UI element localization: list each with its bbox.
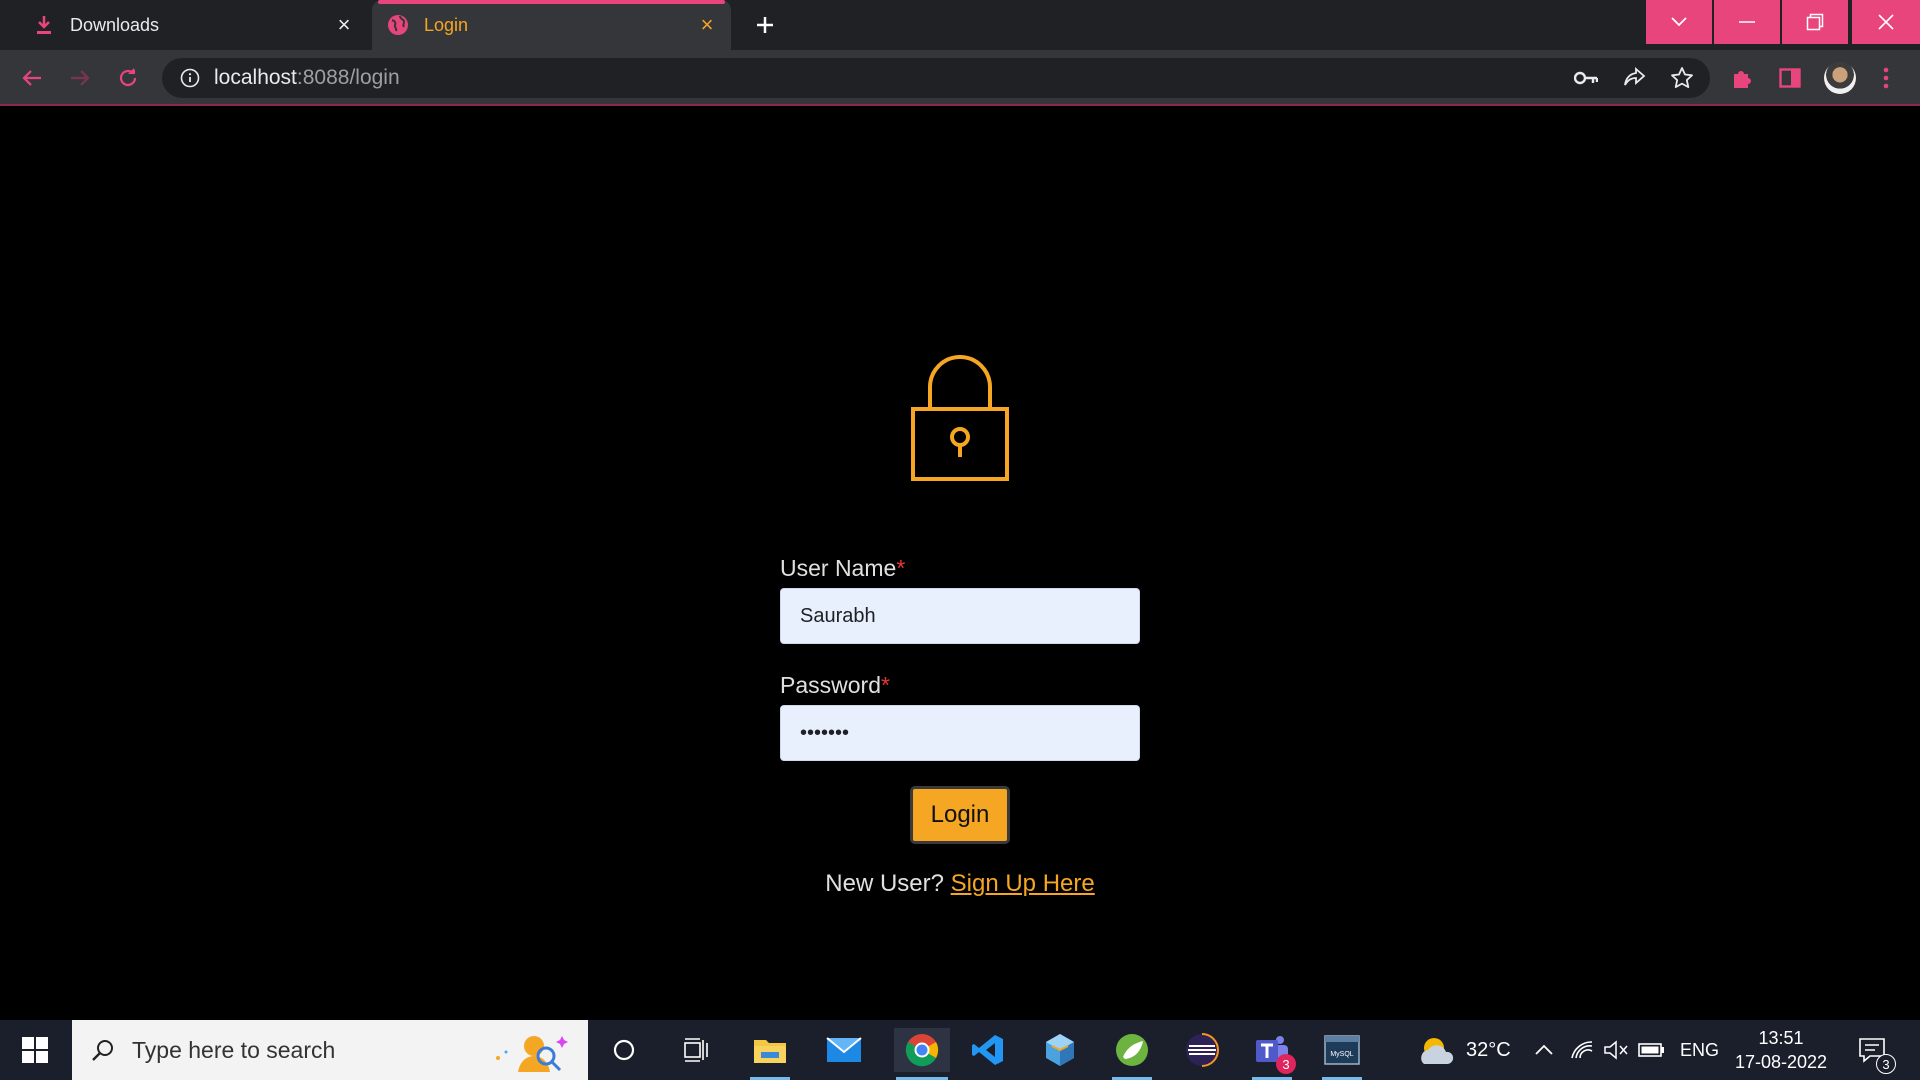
arrow-right-icon: [71, 70, 90, 86]
reload-button[interactable]: [112, 62, 144, 94]
windows-taskbar: Type here to search 3 MySQL 32°C ENG 13:…: [0, 1020, 1920, 1080]
arrow-left-icon: [22, 70, 41, 86]
eclipse-icon[interactable]: [1180, 1028, 1224, 1072]
side-panel-icon[interactable]: [1774, 62, 1806, 94]
tab-login[interactable]: Login ×: [372, 0, 731, 50]
mail-icon[interactable]: [822, 1028, 866, 1072]
reload-icon: [119, 68, 137, 87]
close-icon: [1878, 14, 1894, 30]
minimize-button[interactable]: [1714, 0, 1780, 44]
spring-tool-suite-icon[interactable]: [1110, 1028, 1154, 1080]
windows-start-icon[interactable]: [0, 1020, 70, 1080]
vscode-icon[interactable]: [966, 1028, 1010, 1072]
teams-badge: 3: [1276, 1054, 1296, 1074]
svg-text:MySQL: MySQL: [1330, 1051, 1353, 1058]
taskbar-search-box[interactable]: Type here to search: [72, 1020, 588, 1080]
minimize-icon: [1739, 21, 1755, 23]
language-indicator[interactable]: ENG: [1680, 1040, 1719, 1061]
tab-search-button[interactable]: [1646, 0, 1712, 44]
back-button[interactable]: [16, 62, 48, 94]
cortana-icon[interactable]: [602, 1028, 646, 1072]
search-placeholder: Type here to search: [132, 1036, 336, 1063]
info-icon[interactable]: [178, 66, 202, 90]
netbeans-icon[interactable]: [1038, 1028, 1082, 1072]
key-icon[interactable]: [1570, 62, 1602, 94]
password-input[interactable]: •••••••: [780, 705, 1140, 761]
signup-link[interactable]: Sign Up Here: [951, 870, 1095, 897]
browser-toolbar: localhost:8088/login: [0, 50, 1920, 106]
search-icon: [88, 1035, 118, 1065]
weather-temperature[interactable]: 32°C: [1466, 1039, 1511, 1062]
address-bar[interactable]: localhost:8088/login: [162, 58, 1710, 98]
more-menu-icon[interactable]: [1870, 62, 1902, 94]
chrome-icon[interactable]: [894, 1028, 950, 1080]
username-label: User Name*: [780, 555, 906, 581]
url-text[interactable]: localhost:8088/login: [214, 66, 400, 90]
system-clock[interactable]: 13:51 17-08-2022: [1726, 1026, 1836, 1074]
restore-icon: [1806, 13, 1824, 31]
notification-center-icon[interactable]: 3: [1850, 1028, 1896, 1074]
weather-icon[interactable]: [1414, 1028, 1458, 1072]
username-input[interactable]: Saurabh: [780, 588, 1140, 644]
tab-title: Downloads: [70, 14, 160, 35]
password-label: Password*: [780, 672, 890, 698]
padlock-icon: [911, 355, 1009, 481]
globe-icon: [386, 13, 410, 37]
forward-button[interactable]: [64, 62, 96, 94]
restore-button[interactable]: [1782, 0, 1848, 44]
browser-tab-strip: Downloads × Login ×: [0, 0, 1920, 50]
puzzle-icon[interactable]: [1726, 62, 1758, 94]
login-button[interactable]: Login: [910, 786, 1010, 844]
teams-icon[interactable]: 3: [1250, 1028, 1296, 1080]
close-tab-icon[interactable]: ×: [330, 11, 358, 39]
clock-time: 13:51: [1758, 1028, 1804, 1048]
task-view-icon[interactable]: [674, 1028, 718, 1072]
download-icon: [32, 13, 56, 37]
login-form: User Name* Saurabh Password* •••••••: [780, 555, 1140, 761]
share-icon[interactable]: [1618, 62, 1650, 94]
star-icon[interactable]: [1666, 62, 1698, 94]
close-tab-icon[interactable]: ×: [693, 11, 721, 39]
tab-title: Login: [424, 14, 469, 35]
chevron-down-icon: [1671, 17, 1687, 27]
notification-badge: 3: [1876, 1054, 1896, 1074]
mysql-workbench-icon[interactable]: MySQL: [1320, 1028, 1364, 1080]
new-tab-button[interactable]: [748, 8, 782, 42]
login-page: User Name* Saurabh Password* ••••••• Log…: [0, 108, 1920, 1020]
profile-avatar[interactable]: [1824, 62, 1856, 94]
signup-prompt: New User? Sign Up Here: [825, 870, 1095, 897]
file-explorer-icon[interactable]: [748, 1028, 792, 1080]
close-window-button[interactable]: [1852, 0, 1920, 44]
tab-downloads[interactable]: Downloads ×: [18, 0, 368, 50]
clock-date: 17-08-2022: [1734, 1052, 1828, 1072]
battery-icon[interactable]: [1630, 1028, 1674, 1072]
search-highlight-icon: [496, 1036, 568, 1072]
